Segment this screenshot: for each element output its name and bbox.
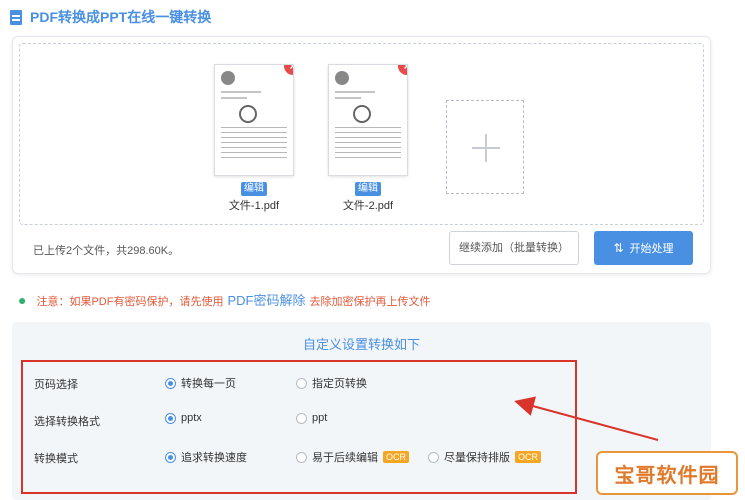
annotation-arrow	[514, 396, 659, 441]
watermark-logo: 宝哥软件园	[596, 451, 738, 495]
